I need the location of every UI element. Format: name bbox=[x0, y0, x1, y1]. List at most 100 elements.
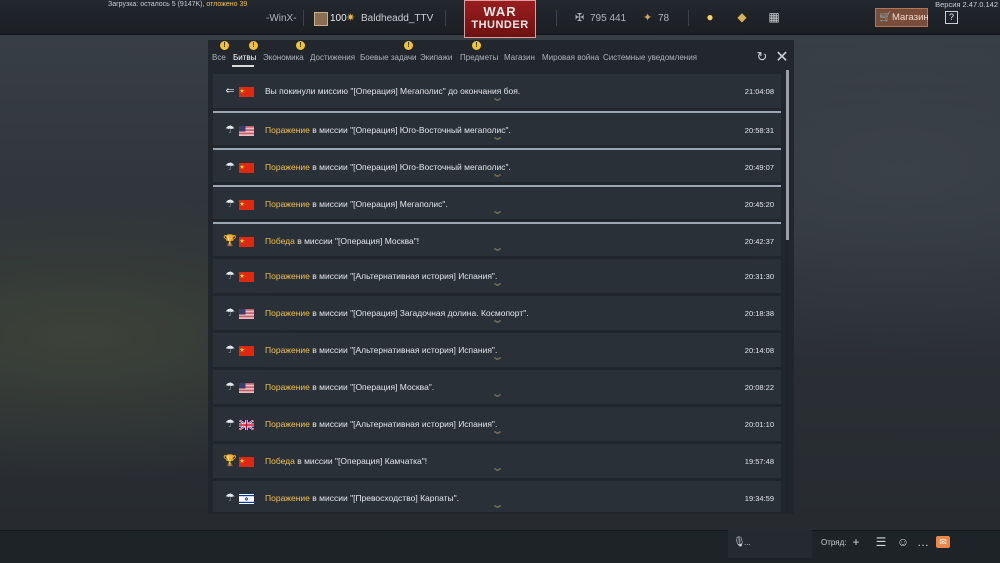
avatar[interactable] bbox=[314, 12, 328, 26]
parachute-icon: ☂ bbox=[225, 307, 235, 319]
china-flag-icon bbox=[239, 163, 254, 173]
expand-chevron-icon[interactable]: ︾ bbox=[494, 173, 501, 183]
expand-chevron-icon[interactable]: ︾ bbox=[494, 247, 501, 257]
notifications-dialog: Все ! Битвы ! Экономика ! Достижения Бое… bbox=[208, 40, 794, 514]
notification-message: Поражение в миссии "[Операция] Мегаполис… bbox=[265, 199, 448, 209]
notification-time: 20:45:20 bbox=[744, 200, 774, 209]
tab-battle-tasks[interactable]: Боевые задачи bbox=[360, 53, 417, 62]
battle-result: Поражение bbox=[265, 382, 310, 392]
tab-battles[interactable]: Битвы bbox=[233, 53, 256, 62]
add-squad-member-icon[interactable]: + bbox=[849, 535, 863, 549]
parachute-icon: ☂ bbox=[225, 198, 235, 210]
notification-time: 20:58:31 bbox=[744, 126, 774, 135]
notification-row[interactable]: ☂ Поражение в миссии "[Операция] Мегаполи… bbox=[213, 185, 781, 219]
parachute-icon: ☂ bbox=[225, 124, 235, 136]
notification-text: в миссии "[Операция] Москва"! bbox=[294, 236, 420, 246]
china-flag-icon bbox=[239, 200, 254, 210]
tab-bar: Все ! Битвы ! Экономика ! Достижения Бое… bbox=[208, 40, 794, 68]
chest-icon[interactable]: ◆ bbox=[735, 10, 749, 24]
help-button[interactable]: ? bbox=[945, 11, 958, 24]
silver-lions-amount[interactable]: 795 441 bbox=[590, 13, 626, 24]
notification-row[interactable]: ☂ Поражение в миссии "[Превосходство] Кар… bbox=[213, 481, 781, 512]
notification-text: в миссии "[Альтернативная история] Испан… bbox=[309, 271, 498, 281]
notification-row[interactable]: ☂ Поражение в миссии "[Операция] Юго-Вост… bbox=[213, 111, 781, 145]
silver-lions-icon: ✠ bbox=[575, 12, 585, 24]
expand-chevron-icon[interactable]: ︾ bbox=[494, 393, 501, 403]
tab-all[interactable]: Все bbox=[212, 53, 226, 62]
notification-time: 20:49:07 bbox=[744, 163, 774, 172]
tab-system-notifications[interactable]: Системные уведомления bbox=[603, 53, 697, 62]
expand-chevron-icon[interactable]: ︾ bbox=[494, 467, 501, 477]
parachute-icon: ☂ bbox=[225, 344, 235, 356]
notification-message: Поражение в миссии "[Операция] Юго-Восто… bbox=[265, 162, 511, 172]
mail-icon[interactable]: ✉ bbox=[936, 536, 950, 548]
notification-message: Поражение в миссии "[Альтернативная исто… bbox=[265, 271, 497, 281]
player-nickname[interactable]: Baldheadd_TTV bbox=[361, 13, 433, 24]
coupon-icon[interactable]: ▦ bbox=[767, 10, 781, 24]
voice-status: ... bbox=[744, 538, 751, 547]
tab-badge-icon: ! bbox=[296, 41, 305, 50]
expand-chevron-icon[interactable]: ︾ bbox=[494, 210, 501, 220]
expand-chevron-icon[interactable]: ︾ bbox=[494, 430, 501, 440]
battle-result: Поражение bbox=[265, 199, 310, 209]
notification-message: Поражение в миссии "[Альтернативная исто… bbox=[265, 345, 497, 355]
notification-time: 20:14:08 bbox=[744, 346, 774, 355]
battle-result: Поражение bbox=[265, 162, 310, 172]
notification-row[interactable]: 🏆 Победа в миссии "[Операция] Москва"! 20:… bbox=[213, 222, 781, 256]
notification-text: в миссии "[Превосходство] Карпаты". bbox=[309, 493, 460, 503]
expand-chevron-icon[interactable]: ︾ bbox=[494, 504, 501, 512]
exit-arrow-icon: ⇐ bbox=[225, 85, 235, 97]
tab-crews[interactable]: Экипажи bbox=[420, 53, 452, 62]
tab-world-war[interactable]: Мировая война bbox=[542, 53, 599, 62]
download-status: Загрузка: осталось 5 (9147K), отложено 3… bbox=[108, 1, 248, 8]
notification-message: Поражение в миссии "[Альтернативная исто… bbox=[265, 419, 497, 429]
war-thunder-logo[interactable]: WAR THUNDER bbox=[464, 0, 536, 38]
divider bbox=[445, 10, 446, 26]
notification-row[interactable]: ☂ Поражение в миссии "[Операция] Загадочн… bbox=[213, 296, 781, 330]
tab-shop[interactable]: Магазин bbox=[504, 53, 535, 62]
battle-result: Поражение bbox=[265, 493, 310, 503]
expand-chevron-icon[interactable]: ︾ bbox=[494, 356, 501, 366]
squad-name[interactable]: -WinX- bbox=[266, 13, 297, 24]
expand-chevron-icon[interactable]: ︾ bbox=[494, 282, 501, 292]
close-button[interactable]: ✕ bbox=[775, 47, 789, 67]
notification-time: 19:34:59 bbox=[744, 494, 774, 503]
notification-row[interactable]: ⇐ Вы покинули миссию "[Операция] Мегаполи… bbox=[213, 74, 781, 108]
divider bbox=[303, 10, 304, 26]
usa-flag-icon bbox=[239, 383, 254, 393]
chat-icon[interactable]: … bbox=[916, 535, 930, 549]
lightbulb-icon[interactable]: ● bbox=[703, 10, 717, 24]
list-icon[interactable]: ☰ bbox=[874, 535, 888, 549]
notification-row[interactable]: ☂ Поражение в миссии "[Операция] Москва".… bbox=[213, 370, 781, 404]
tab-items[interactable]: Предметы bbox=[460, 53, 498, 62]
shop-button[interactable]: 🛒 Магазин bbox=[875, 8, 929, 27]
notification-row[interactable]: ☂ Поражение в миссии "[Альтернативная ист… bbox=[213, 259, 781, 293]
expand-chevron-icon[interactable]: ︾ bbox=[494, 97, 501, 107]
active-tab-indicator bbox=[232, 65, 254, 67]
notification-row[interactable]: ☂ Поражение в миссии "[Альтернативная ист… bbox=[213, 407, 781, 441]
battle-result: Поражение bbox=[265, 125, 310, 135]
tab-economy[interactable]: Экономика bbox=[263, 53, 304, 62]
divider bbox=[688, 10, 689, 26]
notification-time: 20:42:37 bbox=[744, 237, 774, 246]
golden-eagles-amount[interactable]: 78 bbox=[658, 13, 669, 24]
refresh-button[interactable]: ↻ bbox=[755, 49, 769, 65]
expand-chevron-icon[interactable]: ︾ bbox=[494, 136, 501, 146]
tab-achievements[interactable]: Достижения bbox=[310, 53, 355, 62]
notification-row[interactable]: 🏆 Победа в миссии "[Операция] Камчатка"! 1… bbox=[213, 444, 781, 478]
notification-list: ⇐ Вы покинули миссию "[Операция] Мегаполи… bbox=[213, 74, 781, 512]
notification-row[interactable]: ☂ Поражение в миссии "[Операция] Юго-Вост… bbox=[213, 148, 781, 182]
notification-message: Поражение в миссии "[Операция] Загадочна… bbox=[265, 308, 529, 318]
scrollbar-thumb[interactable] bbox=[786, 70, 789, 240]
battle-result: Победа bbox=[265, 236, 295, 246]
notification-row[interactable]: ☂ Поражение в миссии "[Альтернативная ист… bbox=[213, 333, 781, 367]
battle-result: Поражение bbox=[265, 271, 310, 281]
notification-text: Вы покинули миссию "[Операция] Мегаполис… bbox=[265, 86, 521, 96]
china-flag-icon bbox=[239, 272, 254, 282]
golden-eagles-icon: ✦ bbox=[643, 12, 653, 24]
notification-message: Поражение в миссии "[Превосходство] Карп… bbox=[265, 493, 459, 503]
rank-star-icon: ✷ bbox=[346, 12, 356, 24]
expand-chevron-icon[interactable]: ︾ bbox=[494, 319, 501, 329]
notification-text: в миссии "[Операция] Камчатка"! bbox=[294, 456, 428, 466]
contacts-icon[interactable]: ☺ bbox=[896, 535, 910, 549]
